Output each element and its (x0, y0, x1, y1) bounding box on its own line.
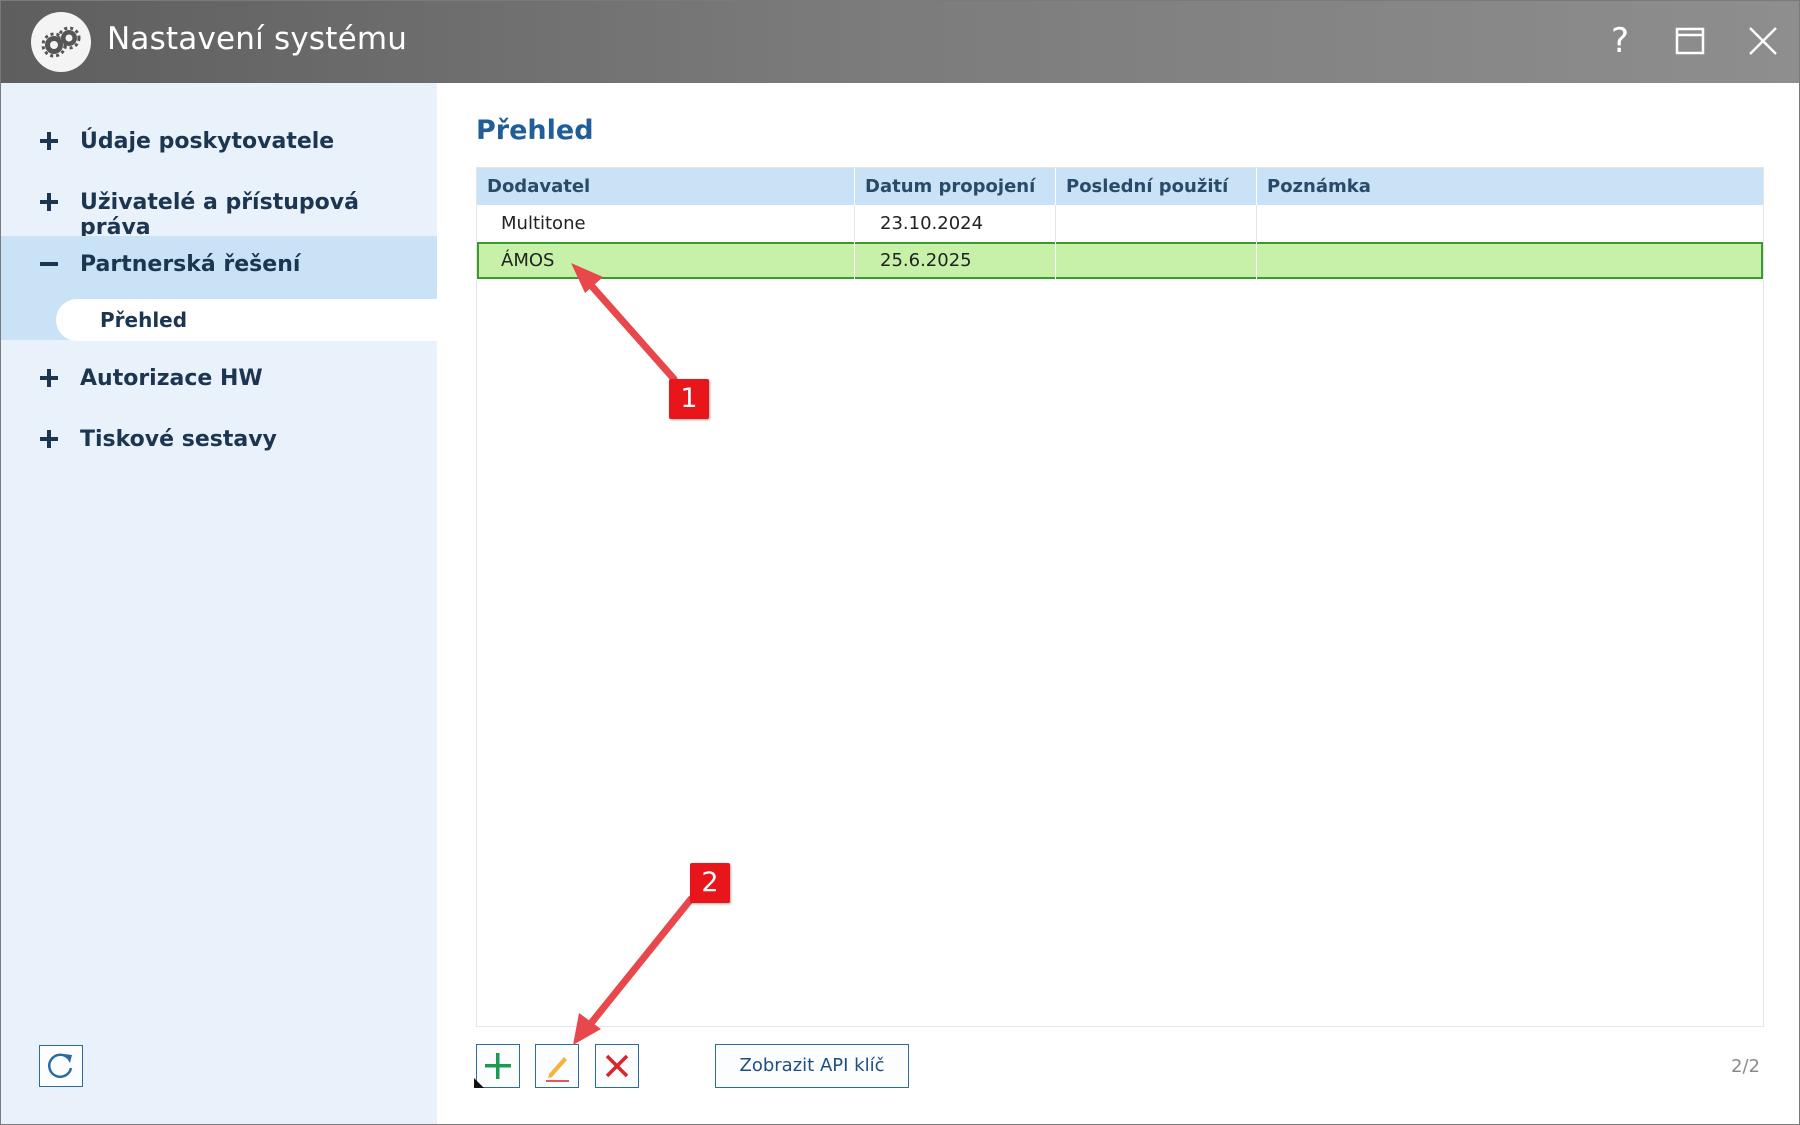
pencil-icon (546, 1057, 569, 1082)
plus-icon (40, 430, 58, 448)
cell-dodavatel: ÁMOS (477, 242, 855, 279)
edit-button[interactable] (535, 1044, 579, 1088)
table-header: Dodavatel Datum propojení Poslední použi… (477, 168, 1763, 205)
maximize-icon (1675, 27, 1705, 55)
sidebar: Údaje poskytovatele Uživatelé a přístupo… (1, 83, 437, 1124)
gears-icon (31, 12, 91, 72)
pager-status: 2/2 (1731, 1056, 1760, 1077)
partners-table: Dodavatel Datum propojení Poslední použi… (476, 167, 1764, 1027)
column-header-datum-propojeni[interactable]: Datum propojení (855, 168, 1056, 205)
column-header-dodavatel[interactable]: Dodavatel (477, 168, 855, 205)
sidebar-item-tiskove-sestavy[interactable]: Tiskové sestavy (1, 411, 437, 472)
cell-posledni-pouziti (1056, 205, 1257, 242)
settings-window: Nastavení systému ? Údaje poskytovatele (0, 0, 1800, 1125)
help-button[interactable]: ? (1598, 19, 1642, 63)
plus-icon (40, 193, 58, 211)
delete-x-icon (605, 1054, 629, 1078)
sidebar-item-uzivatele[interactable]: Uživatelé a přístupová práva (1, 174, 437, 240)
sidebar-item-label: Údaje poskytovatele (80, 129, 335, 154)
cell-datum-propojeni: 23.10.2024 (855, 205, 1056, 242)
cell-posledni-pouziti (1056, 242, 1257, 279)
minus-icon (40, 262, 58, 266)
plus-icon (40, 369, 58, 387)
cell-dodavatel: Multitone (477, 205, 855, 242)
sidebar-item-label: Uživatelé a přístupová práva (80, 190, 359, 240)
show-api-key-button[interactable]: Zobrazit API klíč (715, 1044, 909, 1088)
sidebar-subitem-label: Přehled (100, 308, 188, 332)
maximize-button[interactable] (1668, 19, 1712, 63)
title-bar: Nastavení systému ? (1, 1, 1799, 83)
page-title: Přehled (476, 115, 594, 146)
refresh-icon (47, 1053, 73, 1078)
sidebar-item-autorizace-hw[interactable]: Autorizace HW (1, 350, 437, 411)
sidebar-item-label: Partnerská řešení (80, 252, 301, 277)
cell-poznamka (1257, 205, 1763, 242)
annotation-badge-2: 2 (690, 863, 730, 903)
sidebar-item-udaje-poskytovatele[interactable]: Údaje poskytovatele (1, 113, 437, 174)
sidebar-item-label: Autorizace HW (80, 366, 263, 391)
cell-datum-propojeni: 25.6.2025 (855, 242, 1056, 279)
table-row[interactable]: Multitone 23.10.2024 (477, 205, 1763, 242)
table-row-selected[interactable]: ÁMOS 25.6.2025 (477, 242, 1763, 279)
annotation-badge-1: 1 (669, 379, 709, 419)
sidebar-subitem-prehled[interactable]: Přehled (56, 299, 437, 341)
refresh-button[interactable] (39, 1045, 83, 1087)
column-header-posledni-pouziti[interactable]: Poslední použití (1056, 168, 1257, 205)
plus-icon (40, 132, 58, 150)
column-header-poznamka[interactable]: Poznámka (1257, 168, 1763, 205)
resize-corner-icon (474, 1078, 484, 1088)
sidebar-item-label: Tiskové sestavy (80, 427, 277, 452)
close-button[interactable] (1741, 19, 1785, 63)
close-icon (1749, 27, 1777, 55)
cell-poznamka (1257, 242, 1763, 279)
window-title: Nastavení systému (107, 21, 408, 57)
delete-button[interactable] (595, 1044, 639, 1088)
